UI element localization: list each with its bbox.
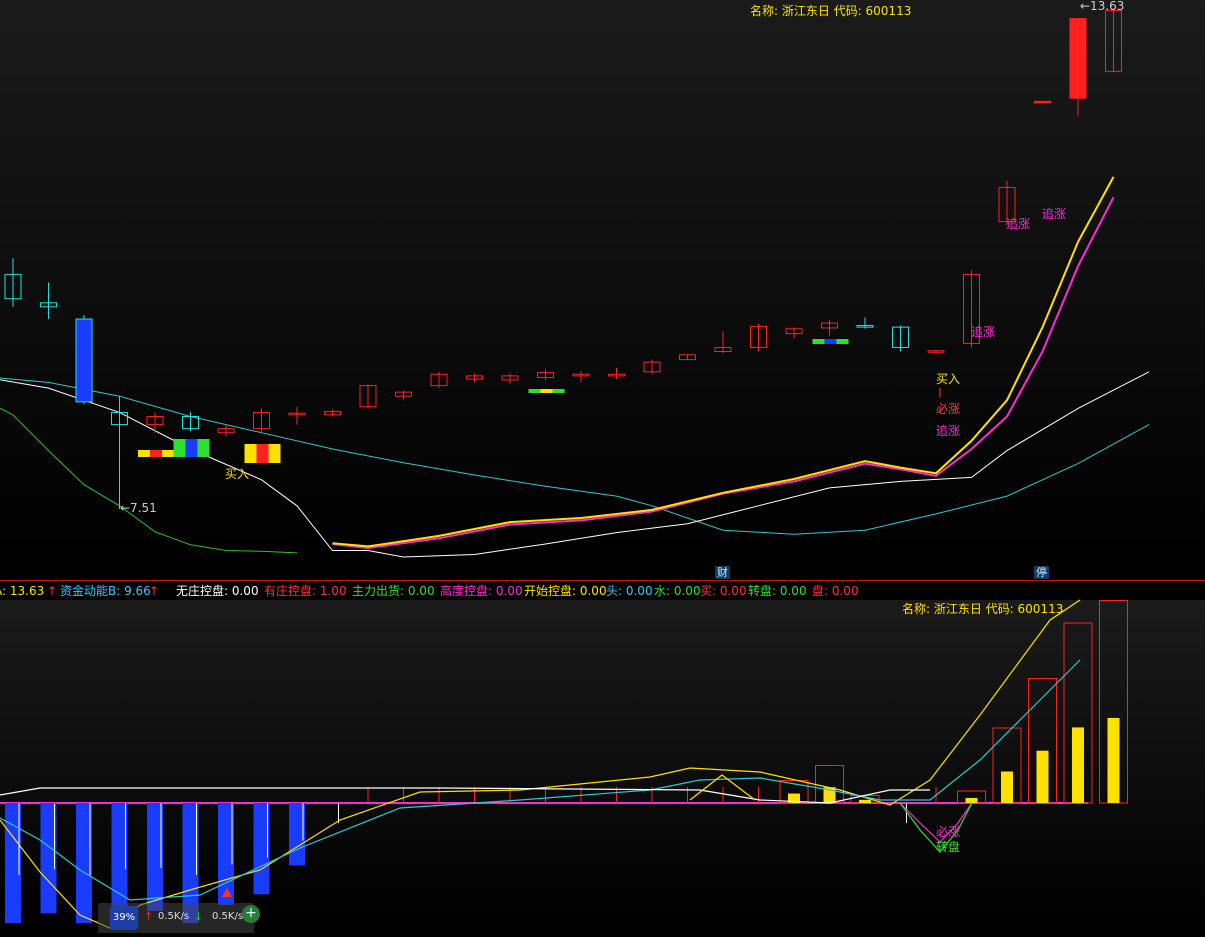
- lower-signal-label: 必涨: [936, 824, 960, 839]
- ma10-line: [332, 176, 1115, 548]
- price-signal-label: 追涨: [1042, 206, 1066, 221]
- arrow-up-icon: ↑: [144, 910, 154, 923]
- volume-bar-fill: [1107, 717, 1120, 803]
- signal-bar: [256, 444, 269, 463]
- ma20-line: [332, 196, 1115, 550]
- candle: [40, 282, 57, 320]
- candle: [892, 325, 909, 352]
- candle: [679, 354, 696, 361]
- volume-bar-fill: [1072, 727, 1084, 803]
- candle: [1034, 100, 1051, 104]
- candle: [395, 390, 412, 401]
- price-signal-label: 必涨: [936, 401, 960, 416]
- ma5-line: [0, 371, 1150, 558]
- price-signal-label: 买入: [936, 372, 960, 386]
- high-price-label: ←13.63: [1080, 0, 1124, 13]
- signal-bar: [173, 439, 186, 457]
- candle: [75, 314, 93, 405]
- low-price-label: ←7.51: [120, 501, 157, 515]
- candle: [572, 371, 590, 383]
- candle: [714, 331, 732, 354]
- price-signal-label: 追涨: [971, 324, 995, 339]
- signal-bar: [836, 339, 849, 344]
- price-signal-label: 追涨: [1006, 216, 1030, 231]
- signal-bar: [197, 439, 210, 457]
- candle: [466, 373, 483, 383]
- candle-body: [1034, 100, 1051, 104]
- signal-bar: [162, 450, 174, 457]
- upload-rate: 0.5K/s: [158, 911, 190, 922]
- candle: [785, 327, 803, 339]
- candle: [927, 349, 945, 354]
- signal-bar: [268, 444, 281, 463]
- signal-bar: [138, 450, 150, 457]
- candle: [288, 406, 306, 425]
- signal-bar: [812, 339, 825, 344]
- candle: [750, 323, 767, 352]
- candle: [4, 258, 22, 307]
- candle: [501, 373, 519, 384]
- download-rate: 0.5K/s: [212, 911, 244, 922]
- signal-bar: [552, 389, 565, 393]
- candle: [537, 369, 554, 380]
- volume-bar-fill: [1036, 750, 1049, 803]
- signal-bar: [824, 339, 837, 344]
- price-signal-label: 买入: [225, 467, 249, 481]
- lower-signal-label: 转盘: [936, 839, 960, 854]
- candle: [253, 408, 270, 433]
- candle-body: [1069, 18, 1087, 99]
- price-signal-label: 追涨: [936, 423, 960, 438]
- volume-bar-fill: [965, 797, 978, 803]
- candle: [1069, 18, 1087, 117]
- cpu-percent-badge: 39%: [110, 906, 138, 930]
- candle: [430, 371, 448, 389]
- volume-bar-fill: [859, 799, 871, 803]
- ma30-line: [0, 407, 298, 554]
- candle: [146, 412, 164, 433]
- signal-bar: [244, 444, 257, 463]
- signal-bar: [185, 439, 198, 457]
- network-speed-widget[interactable]: 39% ↑ 0.5K/s ↓ 0.5K/s +: [98, 903, 260, 933]
- arrow-down-icon: ↓: [194, 910, 204, 923]
- signal-bar: [540, 389, 553, 393]
- candle: [821, 319, 838, 337]
- candlestick-chart: ←7.51←13.63买入买入必涨追涨追涨追涨追涨必涨转盘: [0, 0, 1150, 929]
- candle: [324, 409, 341, 417]
- volume-bar-fill: [1001, 771, 1013, 803]
- candle: [217, 424, 235, 437]
- signal-bar: [528, 389, 541, 393]
- candle: [643, 359, 661, 375]
- candle-body: [75, 318, 93, 403]
- candle: [1105, 8, 1122, 72]
- candle: [856, 317, 874, 329]
- candle: [608, 367, 625, 380]
- signal-bar: [150, 450, 162, 457]
- candle: [359, 383, 377, 409]
- plus-icon[interactable]: +: [242, 905, 260, 923]
